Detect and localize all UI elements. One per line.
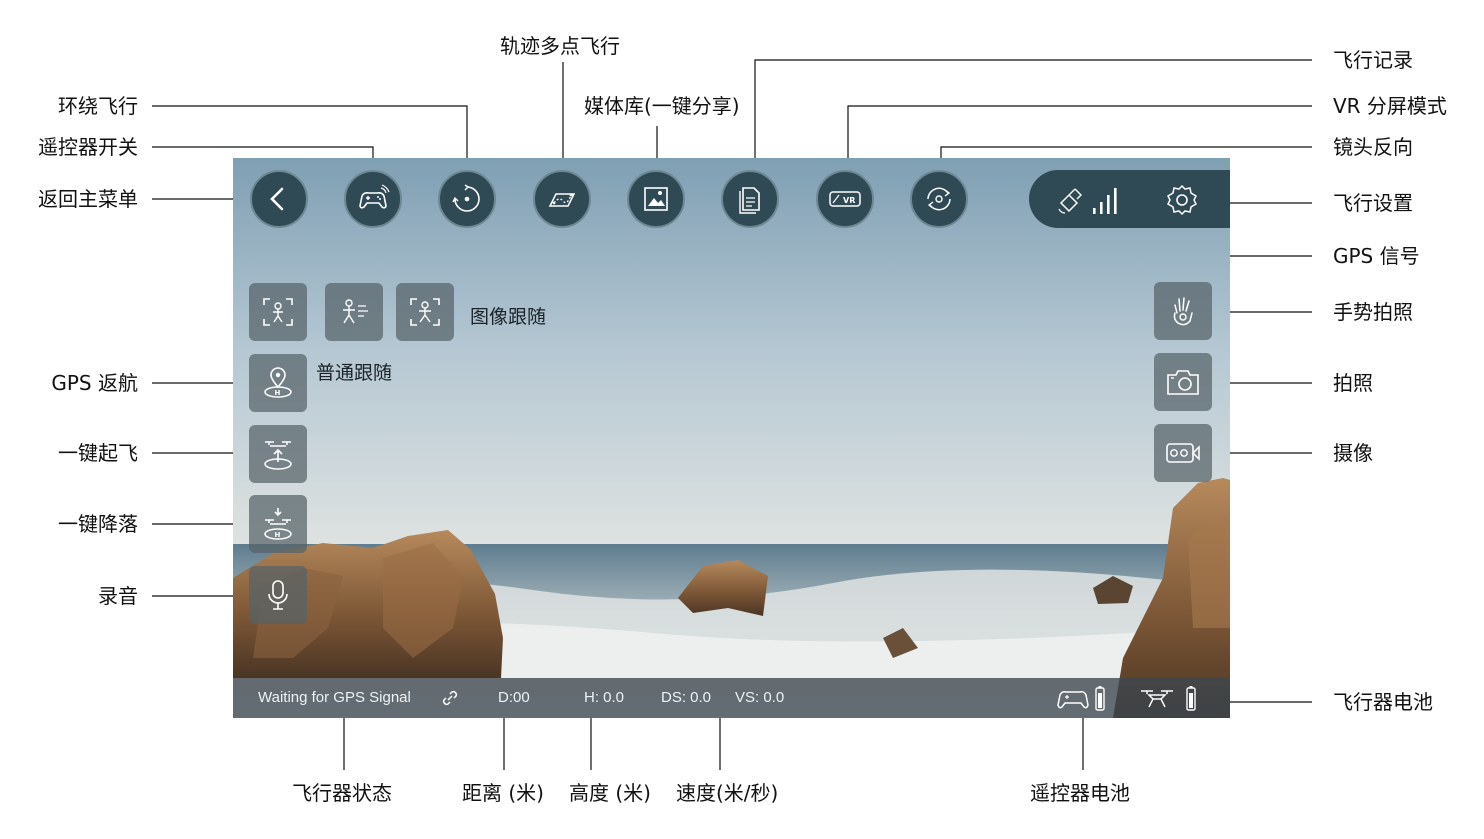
rc-switch-button[interactable] bbox=[344, 170, 402, 228]
flight-log-button[interactable] bbox=[721, 170, 779, 228]
label-landing: 一键降落 bbox=[58, 512, 138, 536]
face-follow-button[interactable] bbox=[249, 283, 307, 341]
image-follow-label: 图像跟随 bbox=[470, 306, 547, 328]
video-button[interactable] bbox=[1154, 424, 1212, 482]
landing-icon: H bbox=[264, 508, 292, 540]
label-height: 高度 (米) bbox=[569, 781, 651, 805]
drone-app-screen: VR 图像跟随 普通跟随 H H Waiting for GPS Signal … bbox=[233, 158, 1230, 718]
svg-text:H: H bbox=[275, 531, 281, 539]
label-video: 摄像 bbox=[1333, 441, 1373, 465]
normal-follow-button[interactable] bbox=[325, 283, 383, 341]
camera-icon bbox=[1167, 370, 1199, 395]
label-gps-signal: GPS 信号 bbox=[1333, 244, 1420, 268]
face-track-icon bbox=[263, 298, 293, 326]
status-pill bbox=[1029, 170, 1230, 228]
label-speed: 速度(米/秒) bbox=[676, 781, 779, 805]
image-follow-icon bbox=[410, 298, 440, 326]
gesture-icon bbox=[1173, 297, 1193, 326]
label-aircraft-status: 飞行器状态 bbox=[292, 781, 392, 805]
takeoff-icon bbox=[264, 441, 292, 470]
signal-bars-icon[interactable] bbox=[1091, 184, 1125, 216]
back-icon bbox=[270, 187, 284, 211]
photo-button[interactable] bbox=[1154, 353, 1212, 411]
ds-value: DS: 0.0 bbox=[661, 689, 712, 706]
label-gps-return: GPS 返航 bbox=[51, 371, 138, 395]
label-gesture-photo: 手势拍照 bbox=[1333, 300, 1413, 324]
back-button[interactable] bbox=[250, 170, 308, 228]
controller-battery-icon bbox=[1057, 686, 1105, 711]
height-value: H: 0.0 bbox=[584, 689, 625, 706]
link-icon[interactable] bbox=[441, 689, 459, 707]
waypoint-icon bbox=[548, 193, 576, 207]
label-takeoff: 一键起飞 bbox=[58, 441, 138, 465]
camera-flip-icon bbox=[927, 187, 951, 211]
label-media-library: 媒体库(一键分享) bbox=[584, 94, 740, 118]
mic-icon bbox=[268, 580, 288, 610]
status-bar: Waiting for GPS Signal D:00 H: 0.0 DS: 0… bbox=[233, 678, 1230, 718]
waypoint-flight-button[interactable] bbox=[533, 170, 591, 228]
label-back-to-menu: 返回主菜单 bbox=[38, 187, 138, 211]
label-photo: 拍照 bbox=[1333, 371, 1373, 395]
satellite-icon bbox=[1058, 188, 1082, 214]
label-waypoint-flight: 轨迹多点飞行 bbox=[500, 34, 620, 58]
run-follow-icon bbox=[343, 299, 368, 324]
orbit-icon bbox=[452, 184, 480, 212]
gps-return-icon: H bbox=[264, 367, 292, 398]
lens-flip-button[interactable] bbox=[910, 170, 968, 228]
gallery-icon bbox=[644, 187, 668, 211]
record-audio-button[interactable] bbox=[249, 566, 307, 624]
label-record-audio: 录音 bbox=[98, 584, 138, 608]
label-flight-log: 飞行记录 bbox=[1333, 48, 1413, 72]
media-library-button[interactable] bbox=[627, 170, 685, 228]
label-rc-switch: 遥控器开关 bbox=[38, 135, 138, 159]
label-orbit-flight: 环绕飞行 bbox=[58, 94, 138, 118]
normal-follow-label: 普通跟随 bbox=[316, 362, 393, 384]
label-flight-settings: 飞行设置 bbox=[1333, 191, 1413, 215]
label-aircraft-battery: 飞行器电池 bbox=[1333, 690, 1433, 714]
takeoff-button[interactable] bbox=[249, 425, 307, 483]
orbit-flight-button[interactable] bbox=[438, 170, 496, 228]
distance-value: D:00 bbox=[498, 689, 530, 706]
label-rc-battery: 遥控器电池 bbox=[1030, 781, 1130, 805]
gps-return-button[interactable]: H bbox=[249, 354, 307, 412]
label-lens-flip: 镜头反向 bbox=[1333, 135, 1413, 159]
gamepad-icon bbox=[359, 184, 390, 209]
video-icon bbox=[1166, 443, 1200, 463]
gesture-photo-button[interactable] bbox=[1154, 282, 1212, 340]
gear-icon[interactable] bbox=[1165, 183, 1199, 217]
vr-mode-button[interactable]: VR bbox=[816, 170, 874, 228]
label-distance: 距离 (米) bbox=[462, 781, 544, 805]
landing-button[interactable]: H bbox=[249, 495, 307, 553]
vs-value: VS: 0.0 bbox=[735, 689, 785, 706]
gps-status-text: Waiting for GPS Signal bbox=[258, 689, 411, 706]
vr-icon: VR bbox=[829, 191, 861, 207]
svg-text:VR: VR bbox=[843, 196, 855, 205]
label-vr-mode: VR 分屏模式 bbox=[1333, 94, 1447, 118]
drone-battery-icon bbox=[1141, 686, 1196, 711]
image-follow-button[interactable] bbox=[396, 283, 454, 341]
svg-text:H: H bbox=[275, 389, 281, 397]
camera-feed-background bbox=[233, 158, 1230, 718]
document-icon bbox=[739, 187, 760, 214]
